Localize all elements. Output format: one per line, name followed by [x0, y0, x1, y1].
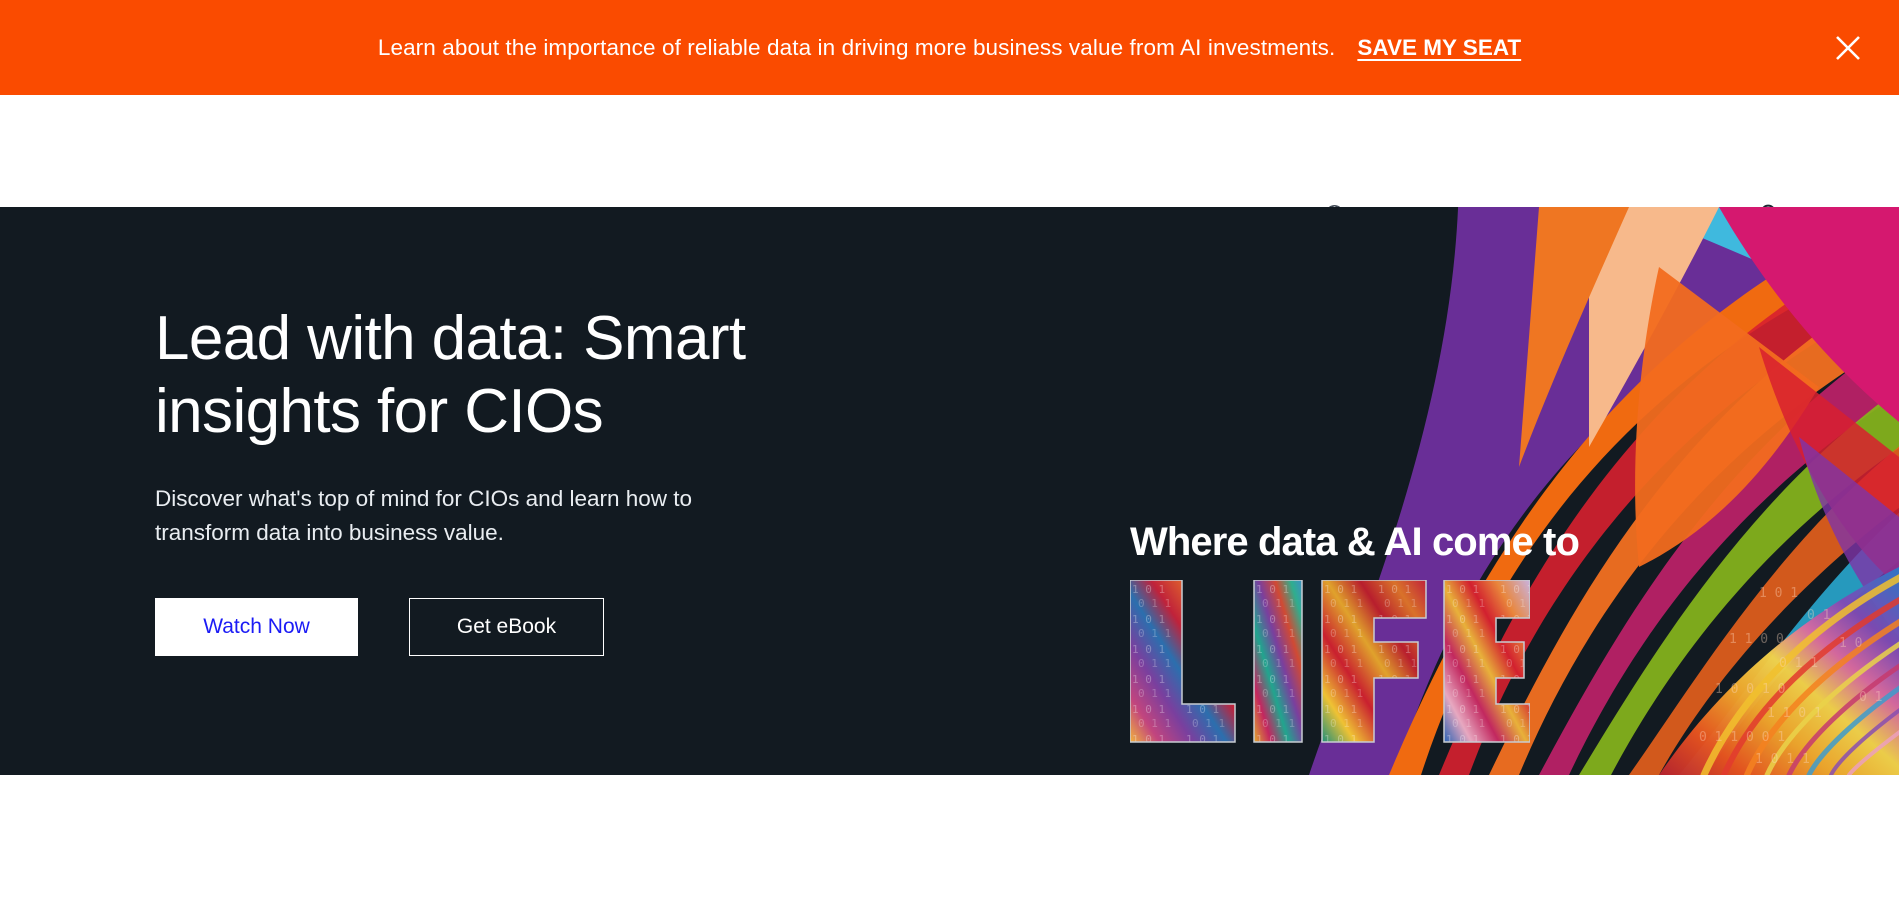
svg-text:0 1 1 0 0 1: 0 1 1 0 0 1 — [1699, 730, 1785, 745]
hero-artwork-tagline: Where data & AI come to — [1130, 520, 1580, 564]
page-root: Learn about the importance of reliable d… — [0, 0, 1899, 909]
life-letter-F — [1321, 580, 1427, 743]
promo-banner-message: Learn about the importance of reliable d… — [377, 34, 1336, 60]
get-ebook-button[interactable]: Get eBook — [409, 597, 604, 656]
hero-title: Lead with data: Smart insights for CIOs — [155, 302, 915, 448]
hero-section: 1 0 1 0 1 1 1 0 0 0 1 1 1 0 0 1 0 1 1 0 … — [0, 207, 1899, 775]
hero-content: Lead with data: Smart insights for CIOs … — [155, 302, 915, 656]
svg-text:1 0 1 1: 1 0 1 1 — [1755, 752, 1810, 767]
life-letter-E — [1443, 580, 1530, 743]
hero-subtitle-line-2: transform data into business value. — [155, 520, 504, 546]
svg-text:0 1 1: 0 1 1 — [1779, 656, 1818, 671]
hero-title-line-1: Lead with data: Smart — [155, 304, 746, 373]
svg-text:1 0 0 1 0: 1 0 0 1 0 — [1715, 682, 1785, 697]
watch-now-button[interactable]: Watch Now — [155, 597, 358, 656]
life-letters-graphic: 1 0 1 0 1 1 — [1130, 580, 1530, 743]
life-letter-I — [1253, 580, 1303, 743]
hero-cta-group: Watch Now Get eBook — [155, 597, 915, 656]
svg-text:1 0: 1 0 — [1839, 636, 1862, 651]
hero-subtitle: Discover what's top of mind for CIOs and… — [155, 482, 855, 550]
svg-text:1 1 0 1: 1 1 0 1 — [1767, 706, 1822, 721]
promo-banner: Learn about the importance of reliable d… — [0, 0, 1899, 95]
hero-title-line-2: insights for CIOs — [155, 377, 604, 447]
below-hero-section: Everybody’s ready for AI except your dat… — [0, 775, 1899, 909]
hero-subtitle-line-1: Discover what's top of mind for CIOs and… — [155, 486, 693, 512]
save-my-seat-link[interactable]: SAVE MY SEAT — [1357, 35, 1521, 61]
svg-text:0 1: 0 1 — [1859, 690, 1882, 705]
site-header: Informatica® About Us — [0, 95, 1899, 287]
life-letter-L — [1130, 580, 1236, 743]
hero-life-lockup: Where data & AI come to — [1130, 522, 1630, 745]
close-icon[interactable] — [1827, 27, 1869, 69]
svg-text:1 0 1: 1 0 1 — [1759, 586, 1798, 601]
svg-text:1 1 0 0: 1 1 0 0 — [1729, 632, 1784, 647]
svg-text:0 1: 0 1 — [1807, 608, 1830, 623]
